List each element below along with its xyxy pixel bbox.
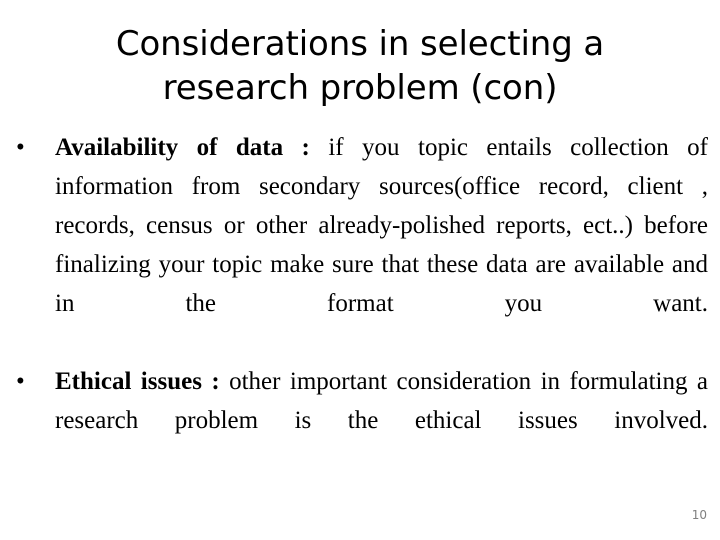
slide-body: • Availability of data : if you topic en…	[0, 128, 720, 479]
slide-canvas: Considerations in selecting a research p…	[0, 0, 720, 540]
slide-title-line-2: research problem (con)	[162, 68, 558, 108]
bullet-marker-icon: •	[16, 368, 25, 395]
bullet-lead-label: Availability of data :	[55, 134, 329, 161]
bullet-text: Availability of data : if you topic enta…	[55, 128, 708, 362]
page-number: 10	[691, 508, 707, 522]
bullet-lead-label: Ethical issues :	[55, 368, 230, 395]
slide-title: Considerations in selecting a research p…	[36, 22, 684, 110]
bullet-item-availability-of-data: • Availability of data : if you topic en…	[0, 128, 720, 362]
bullet-body-text: if you topic entails collection of infor…	[55, 134, 708, 317]
bullet-text: Ethical issues : other important conside…	[55, 362, 708, 479]
slide-title-line-1: Considerations in selecting a	[115, 24, 605, 64]
bullet-marker-icon: •	[16, 134, 25, 161]
bullet-item-ethical-issues: • Ethical issues : other important consi…	[0, 362, 720, 479]
bullet-list: • Availability of data : if you topic en…	[0, 128, 720, 479]
